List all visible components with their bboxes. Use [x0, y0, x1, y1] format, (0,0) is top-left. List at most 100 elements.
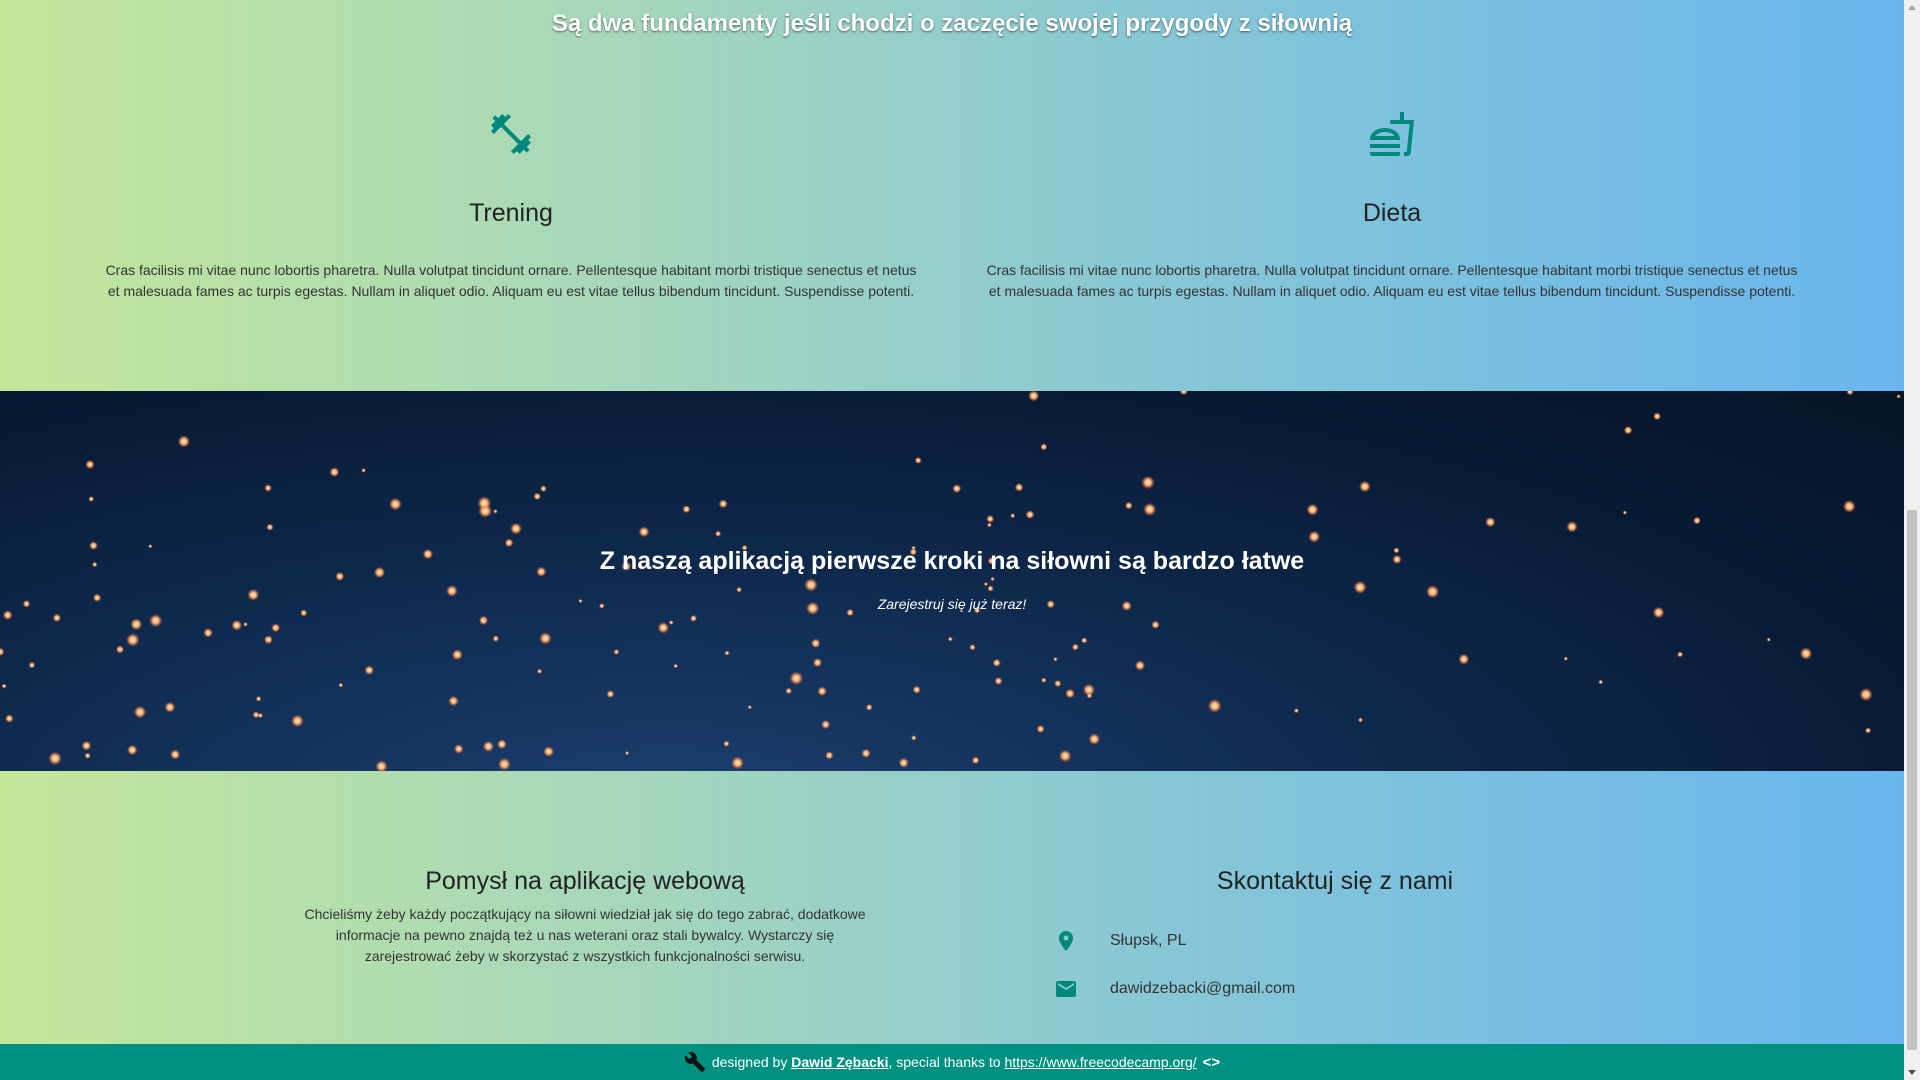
food-icon — [1370, 112, 1414, 156]
lantern — [994, 677, 1003, 685]
about-text: Chcieliśmy żeby każdy początkujący na si… — [304, 906, 866, 964]
lantern — [533, 492, 541, 501]
lantern — [497, 739, 507, 750]
lantern — [861, 748, 871, 758]
lantern — [510, 522, 522, 535]
freecodecamp-link[interactable]: https://www.freecodecamp.org/ — [1004, 1054, 1196, 1070]
lantern — [1014, 482, 1024, 492]
lantern — [785, 687, 792, 695]
lantern — [1358, 717, 1363, 723]
lantern — [81, 740, 92, 751]
lantern — [1041, 677, 1047, 683]
lantern — [914, 456, 922, 464]
lantern — [1053, 657, 1058, 662]
lantern — [690, 614, 697, 622]
lantern — [1, 683, 7, 689]
footer-prefix: designed by — [711, 1054, 788, 1070]
lantern — [821, 720, 831, 729]
author-link[interactable]: Dawid Zębacki — [791, 1054, 888, 1070]
sky-lanterns-background — [0, 391, 1901, 771]
about-block: Pomysł na aplikację webową Chcieliśmy że… — [300, 867, 870, 967]
lantern — [0, 647, 5, 657]
lantern — [364, 665, 375, 675]
lantern — [539, 632, 552, 645]
lantern — [1653, 412, 1662, 421]
lantern — [271, 623, 281, 633]
lantern — [724, 650, 730, 656]
lantern — [723, 740, 730, 747]
training-column: Trening Cras facilisis mi vitae nunc lob… — [101, 110, 921, 302]
lantern — [987, 522, 992, 528]
lantern — [497, 757, 511, 771]
lantern — [5, 714, 14, 723]
lantern — [1677, 651, 1684, 658]
lantern — [1865, 727, 1872, 734]
lantern — [1623, 425, 1633, 435]
lantern — [1598, 679, 1604, 685]
lantern — [1058, 749, 1072, 763]
lantern — [1179, 391, 1189, 396]
lantern — [231, 619, 243, 631]
lantern — [625, 751, 630, 756]
scroll-up-arrow-icon[interactable] — [1908, 5, 1916, 10]
lantern — [482, 740, 494, 752]
lantern — [747, 705, 752, 710]
lantern — [127, 744, 138, 756]
lantern — [912, 685, 921, 694]
about-heading: Pomysł na aplikację webową — [425, 867, 745, 895]
lantern — [673, 663, 678, 669]
lantern — [543, 746, 555, 757]
lantern — [865, 703, 873, 711]
lantern — [668, 620, 674, 625]
scroll-down-arrow-icon[interactable] — [1908, 1070, 1916, 1075]
lantern — [133, 705, 147, 719]
lantern — [164, 701, 176, 713]
lantern — [715, 530, 722, 537]
lantern — [736, 586, 742, 593]
lantern — [1846, 391, 1854, 396]
lantern — [1071, 643, 1079, 651]
lantern — [1141, 475, 1155, 490]
lantern — [898, 757, 909, 768]
lantern — [817, 686, 827, 696]
location-pin-icon — [1059, 931, 1073, 951]
lantern — [1143, 502, 1157, 516]
footer-thanks: , special thanks to — [888, 1054, 1001, 1070]
lantern — [84, 752, 91, 759]
lantern — [361, 468, 366, 473]
lantern — [657, 621, 670, 634]
vertical-scrollbar[interactable] — [1904, 0, 1920, 1080]
lantern — [203, 628, 213, 638]
scrollbar-thumb[interactable] — [1907, 510, 1917, 1050]
lantern — [1566, 521, 1578, 533]
lanterns-banner: Z naszą aplikacją pierwsze kroki na siło… — [0, 391, 1904, 771]
lantern — [971, 756, 980, 765]
lantern — [329, 467, 340, 478]
lantern — [1896, 394, 1901, 399]
lantern — [177, 435, 191, 448]
lantern — [1693, 516, 1701, 525]
lantern — [149, 614, 163, 628]
lantern — [1458, 653, 1470, 665]
lantern — [448, 695, 459, 707]
lantern — [1088, 733, 1101, 745]
lantern — [1485, 516, 1496, 528]
email-icon — [1056, 981, 1076, 997]
banner-subtitle: Zarejestruj się już teraz! — [877, 596, 1027, 612]
lantern — [540, 485, 547, 493]
contact-email: dawidzebacki@gmail.com — [1054, 977, 1295, 1001]
lantern — [1010, 513, 1016, 519]
contact-heading: Skontaktuj się z nami — [1216, 867, 1454, 895]
lantern — [969, 644, 976, 651]
lantern — [987, 585, 994, 592]
email-text[interactable]: dawidzebacki@gmail.com — [1110, 980, 1295, 998]
contact-block: Skontaktuj się z nami Słupsk, PL dawidze… — [1040, 867, 1590, 997]
lantern — [682, 505, 691, 514]
lantern — [492, 635, 500, 642]
lantern — [825, 751, 834, 760]
lantern — [126, 633, 140, 647]
lantern — [115, 645, 125, 654]
lantern — [810, 638, 821, 649]
lantern — [613, 649, 620, 655]
lantern — [1036, 724, 1045, 734]
